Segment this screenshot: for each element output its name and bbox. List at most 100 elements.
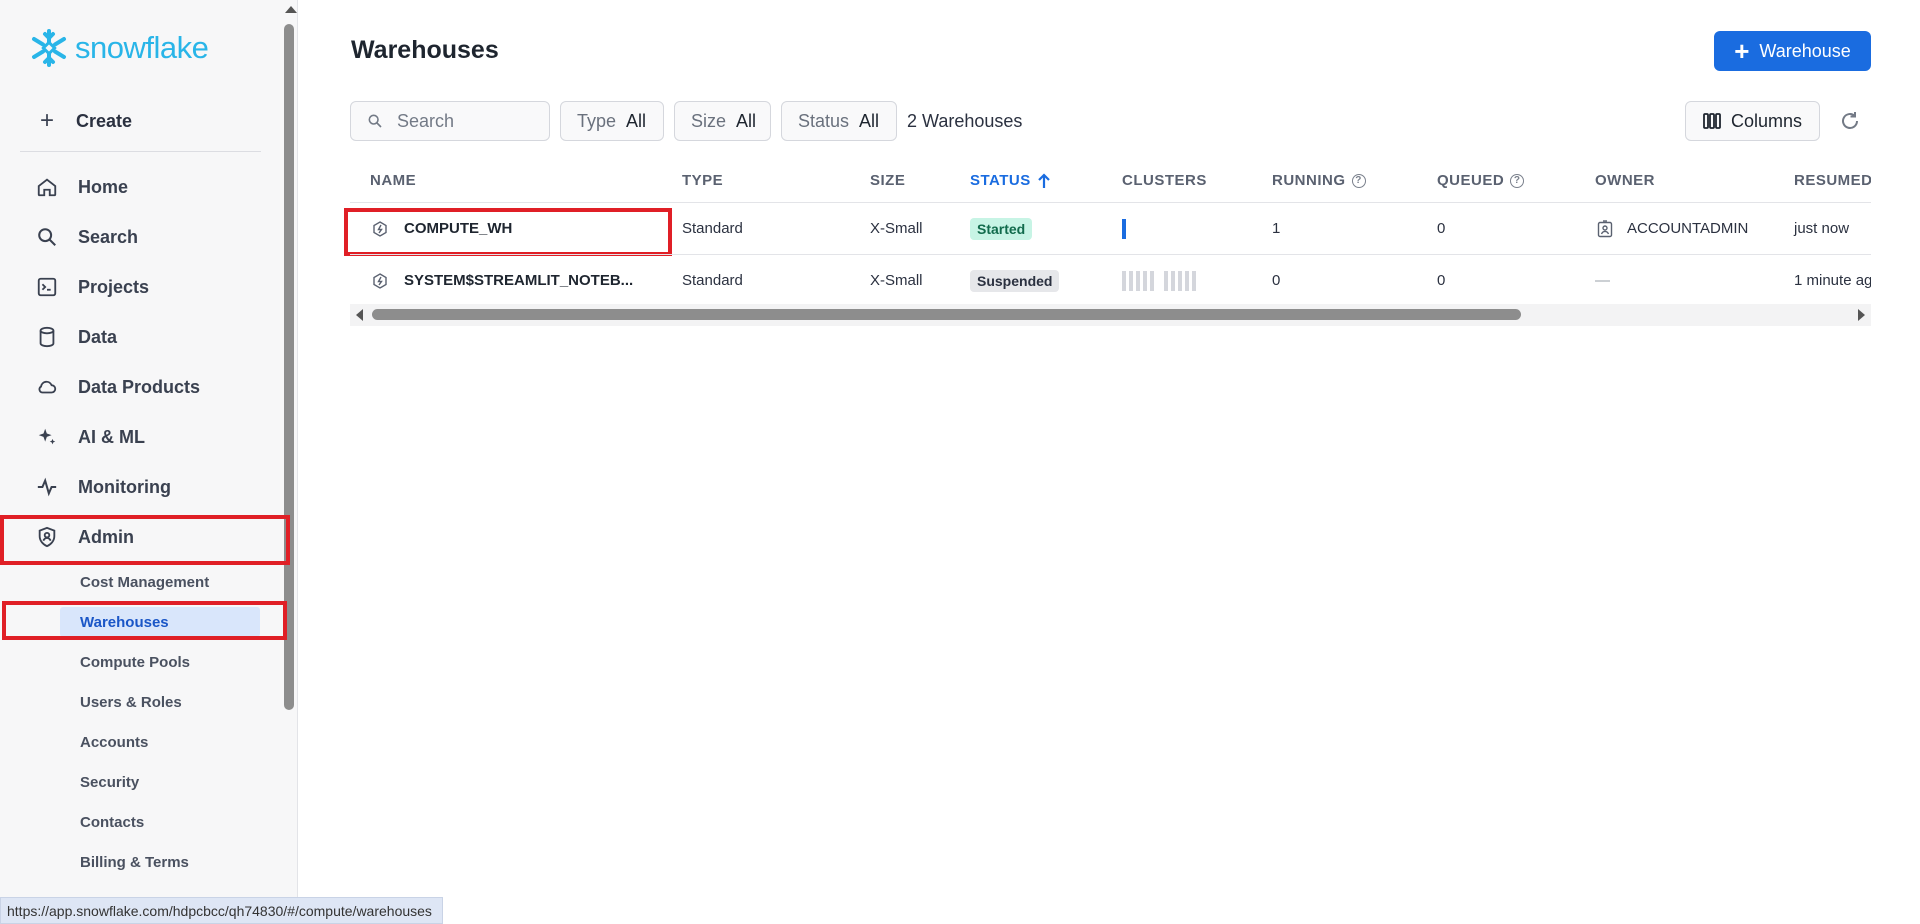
cluster-bar-inactive (1129, 270, 1133, 291)
column-header-type[interactable]: TYPE (682, 172, 723, 189)
search-box[interactable] (350, 101, 550, 141)
size-cell: X-Small (870, 272, 923, 289)
size-cell: X-Small (870, 220, 923, 237)
sidebar-item-label: Monitoring (78, 476, 171, 497)
filter-value: All (859, 110, 880, 131)
create-label: Create (76, 110, 133, 131)
sidebar-item-data-products[interactable]: Data Products (36, 369, 200, 405)
warehouse-icon (373, 272, 387, 289)
snowflake-icon (32, 29, 66, 67)
search-input[interactable] (395, 109, 539, 133)
cluster-bar-inactive (1136, 270, 1140, 291)
scroll-up-arrow-icon[interactable] (285, 6, 297, 13)
search-icon (368, 114, 382, 128)
warehouse-name[interactable]: COMPUTE_WH (404, 220, 512, 237)
info-icon[interactable]: ? (1510, 173, 1525, 188)
home-icon (36, 176, 58, 198)
sidebar-item-data[interactable]: Data (36, 319, 117, 355)
sort-ascending-icon (1038, 172, 1050, 188)
sidebar-subitem-contacts[interactable]: Contacts (60, 807, 260, 837)
cluster-bar-inactive (1143, 270, 1147, 291)
filter-label: Type (577, 110, 617, 131)
status-cell: Started (970, 203, 1033, 254)
projects-icon (36, 276, 58, 298)
database-icon (36, 326, 58, 348)
sidebar-item-label: Data (78, 326, 118, 347)
column-header-status[interactable]: STATUS (970, 172, 1051, 189)
queued-cell: 0 (1437, 272, 1446, 289)
sidebar-item-label: Search (78, 226, 139, 247)
column-header-size[interactable]: SIZE (870, 172, 905, 189)
sidebar-item-admin[interactable]: Admin (36, 519, 134, 555)
sidebar-subitem-security[interactable]: Security (60, 767, 260, 797)
columns-button[interactable]: Columns (1685, 101, 1820, 141)
column-header-owner[interactable]: OWNER (1595, 172, 1655, 189)
running-cell: 0 (1272, 272, 1281, 289)
sidebar-item-label: Home (78, 176, 129, 197)
sidebar-item-label: Projects (78, 276, 150, 297)
columns-label: Columns (1730, 110, 1803, 131)
cluster-bar-active (1122, 218, 1126, 239)
columns-icon (1703, 113, 1721, 129)
table-header: NAME TYPE SIZE STATUS CLUSTERS RUNNING? … (350, 160, 1871, 203)
sidebar-item-home[interactable]: Home (36, 169, 128, 205)
sidebar-subitem-warehouses[interactable]: Warehouses (60, 607, 260, 637)
sidebar-item-label: AI & ML (78, 426, 145, 447)
table-horizontal-scrollbar[interactable] (350, 304, 1871, 326)
column-header-resumed[interactable]: RESUMED (1794, 172, 1871, 189)
warehouse-icon (373, 220, 387, 237)
running-cell: 1 (1272, 220, 1281, 237)
sidebar-subitem-compute-pools[interactable]: Compute Pools (60, 647, 260, 677)
clusters-cell (1122, 255, 1199, 306)
refresh-icon[interactable] (1838, 109, 1862, 133)
sidebar-subitem-users-roles[interactable]: Users & Roles (60, 687, 260, 717)
warehouse-name-cell[interactable]: COMPUTE_WH (372, 203, 512, 254)
type-cell: Standard (682, 272, 743, 289)
sidebar-subitem-billing-terms[interactable]: Billing & Terms (60, 847, 260, 877)
filter-type[interactable]: Type All (560, 101, 664, 141)
page-title: Warehouses (351, 36, 499, 64)
table-row[interactable]: COMPUTE_WH Standard X-Small Started 1 0 … (350, 203, 1871, 255)
table-row[interactable]: SYSTEM$STREAMLIT_NOTEB... Standard X-Sma… (350, 255, 1871, 307)
activity-icon (36, 476, 58, 498)
cluster-bar-inactive (1185, 270, 1189, 291)
table-scroll-thumb[interactable] (372, 309, 1521, 320)
column-header-clusters[interactable]: CLUSTERS (1122, 172, 1207, 189)
snowflake-logo[interactable]: snowflake (29, 28, 209, 68)
scroll-right-arrow-icon[interactable] (1858, 309, 1865, 321)
sidebar-item-projects[interactable]: Projects (36, 269, 149, 305)
create-button[interactable]: + Create (36, 106, 132, 136)
column-header-queued[interactable]: QUEUED? (1437, 172, 1525, 189)
owner-name: ACCOUNTADMIN (1627, 220, 1749, 237)
info-icon[interactable]: ? (1351, 173, 1366, 188)
filter-size[interactable]: Size All (674, 101, 771, 141)
filter-status[interactable]: Status All (781, 101, 897, 141)
sidebar-item-label: Data Products (78, 376, 201, 397)
cloud-icon (36, 376, 58, 398)
column-header-running[interactable]: RUNNING? (1272, 172, 1366, 189)
sidebar-subitem-cost-management[interactable]: Cost Management (60, 567, 260, 597)
warehouse-name-cell[interactable]: SYSTEM$STREAMLIT_NOTEB... (372, 255, 633, 306)
brand-name: snowflake (75, 30, 209, 65)
sidebar-item-search[interactable]: Search (36, 219, 138, 255)
warehouse-name[interactable]: SYSTEM$STREAMLIT_NOTEB... (404, 272, 633, 289)
column-header-name[interactable]: NAME (370, 172, 416, 189)
sidebar-item-label: Admin (78, 526, 134, 547)
plus-icon: + (1734, 36, 1750, 66)
clusters-cell (1122, 203, 1129, 254)
sparkle-icon (36, 426, 58, 448)
sidebar-item-ai-ml[interactable]: AI & ML (36, 419, 145, 455)
owner-cell: — (1595, 272, 1610, 289)
status-badge: Suspended (970, 269, 1060, 292)
cluster-bar-inactive (1171, 270, 1175, 291)
sidebar-item-monitoring[interactable]: Monitoring (36, 469, 171, 505)
scroll-left-arrow-icon[interactable] (356, 309, 363, 321)
cluster-bar-inactive (1192, 270, 1196, 291)
filter-label: Status (798, 110, 850, 131)
sidebar: snowflake + Create Home Search Projects … (0, 0, 298, 924)
sidebar-scroll-thumb[interactable] (284, 24, 294, 710)
sidebar-subitem-accounts[interactable]: Accounts (60, 727, 260, 757)
add-warehouse-button[interactable]: + Warehouse (1714, 31, 1871, 71)
resumed-cell: just now (1794, 220, 1850, 237)
cluster-bar-inactive (1122, 270, 1126, 291)
